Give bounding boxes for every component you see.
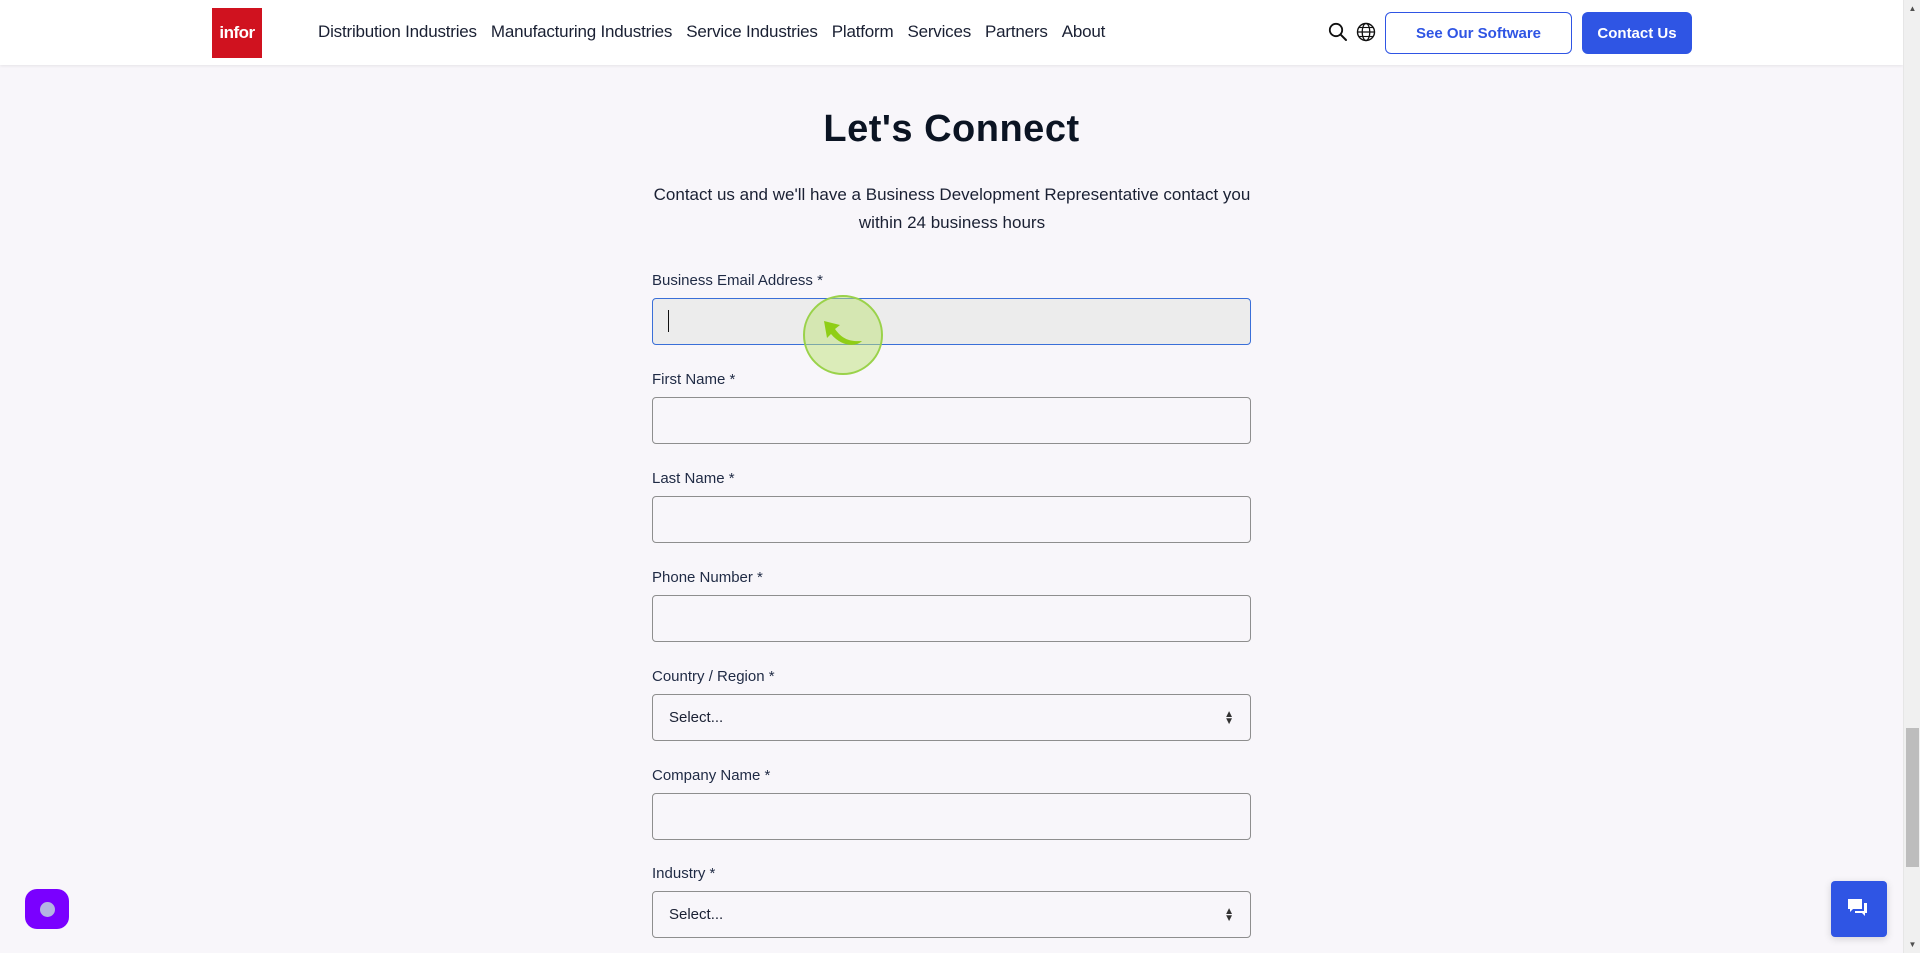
language-button[interactable] xyxy=(1356,21,1376,43)
country-select[interactable]: Select... ▲ ▼ xyxy=(652,694,1251,741)
nav-item-distribution-industries[interactable]: Distribution Industries xyxy=(318,20,477,44)
page-title: Let's Connect xyxy=(823,108,1080,150)
logo-text: infor xyxy=(219,23,255,42)
chat-button[interactable] xyxy=(1831,881,1887,937)
see-our-software-button[interactable]: See Our Software xyxy=(1385,12,1572,54)
site-header: infor Distribution Industries Manufactur… xyxy=(0,0,1903,65)
first-name-input[interactable] xyxy=(652,397,1251,444)
business-email-input[interactable] xyxy=(652,298,1251,345)
select-arrows-icon: ▲ ▼ xyxy=(1224,905,1234,924)
page: infor Distribution Industries Manufactur… xyxy=(0,0,1903,953)
nav-item-partners[interactable]: Partners xyxy=(985,20,1048,44)
search-button[interactable] xyxy=(1328,21,1348,43)
email-label: Business Email Address * xyxy=(652,272,823,289)
page-subtitle: Contact us and we'll have a Business Dev… xyxy=(653,185,1251,232)
first-name-label: First Name * xyxy=(652,371,736,388)
last-name-input[interactable] xyxy=(652,496,1251,543)
nav-item-platform[interactable]: Platform xyxy=(832,20,894,44)
phone-number-input[interactable] xyxy=(652,595,1251,642)
select-arrows-icon: ▲ ▼ xyxy=(1224,708,1234,727)
text-caret xyxy=(668,310,669,332)
company-label: Company Name * xyxy=(652,767,771,784)
contact-us-button[interactable]: Contact Us xyxy=(1582,12,1692,54)
nav-item-services[interactable]: Services xyxy=(907,20,971,44)
nav-item-manufacturing-industries[interactable]: Manufacturing Industries xyxy=(491,20,673,44)
company-name-input[interactable] xyxy=(652,793,1251,840)
nav-item-service-industries[interactable]: Service Industries xyxy=(686,20,818,44)
search-icon xyxy=(1328,22,1347,41)
globe-icon xyxy=(1356,22,1376,42)
scrollbar-thumb[interactable] xyxy=(1906,728,1919,867)
cursor-arrow-icon xyxy=(824,321,862,345)
assistant-widget-button[interactable] xyxy=(25,889,69,929)
nav-item-about[interactable]: About xyxy=(1062,20,1106,44)
phone-label: Phone Number * xyxy=(652,569,763,586)
infor-logo[interactable]: infor xyxy=(212,8,262,58)
assistant-dot-icon xyxy=(39,901,55,917)
main-nav: Distribution Industries Manufacturing In… xyxy=(318,20,1119,44)
scroll-up-arrow-icon[interactable]: ▲ xyxy=(1904,0,1920,17)
click-indicator xyxy=(803,295,883,375)
last-name-label: Last Name * xyxy=(652,470,735,487)
country-select-value: Select... xyxy=(669,709,724,726)
scroll-down-arrow-icon[interactable]: ▼ xyxy=(1904,936,1920,953)
chat-bubbles-icon xyxy=(1848,899,1867,916)
vertical-scrollbar[interactable]: ▲ ▼ xyxy=(1903,0,1920,953)
country-label: Country / Region * xyxy=(652,668,775,685)
industry-select-value: Select... xyxy=(669,906,724,923)
industry-label: Industry * xyxy=(652,865,716,882)
industry-select[interactable]: Select... ▲ ▼ xyxy=(652,891,1251,938)
